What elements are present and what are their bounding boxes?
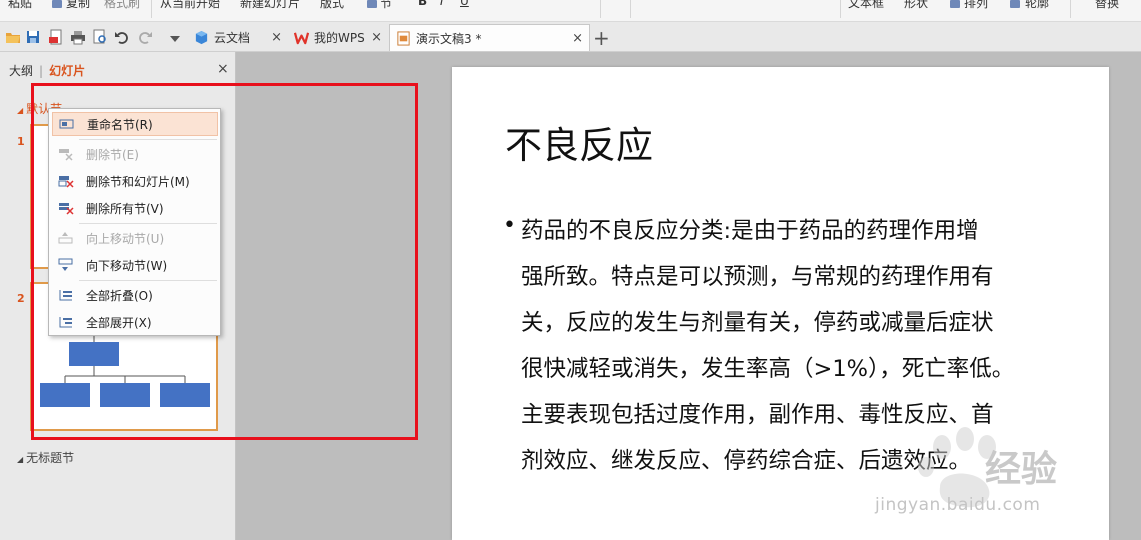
- print-icon[interactable]: [70, 29, 86, 45]
- watermark-text: 经验: [985, 449, 1058, 490]
- menu-item-label: 删除节和幻灯片(M): [86, 174, 190, 189]
- tab-my-wps[interactable]: 我的WPS ×: [288, 24, 388, 51]
- close-icon[interactable]: ×: [572, 31, 583, 46]
- move-section-up-icon: [58, 231, 74, 245]
- watermark-url: jingyan.baidu.com: [875, 495, 1041, 515]
- section-untitled-header[interactable]: ◢ 无标题节: [17, 449, 74, 466]
- body-line: 关，反应的发生与剂量有关，停药或减量后症状: [521, 310, 994, 336]
- menu-item-move-section-down[interactable]: 向下移动节(W): [52, 253, 218, 277]
- menu-item-delete-section[interactable]: 删除节(E): [52, 142, 218, 166]
- section-context-menu: 重命名节(R) 删除节(E) 删除节和幻灯片(M) 删除所有节(V) 向上移动节…: [48, 108, 221, 336]
- outline-icon: [1010, 0, 1020, 8]
- export-pdf-icon[interactable]: [48, 29, 64, 45]
- menu-item-rename-section[interactable]: 重命名节(R): [52, 112, 218, 136]
- menu-item-move-section-up[interactable]: 向上移动节(U): [52, 226, 218, 250]
- collapse-triangle-icon[interactable]: ◢: [17, 106, 23, 115]
- section-icon: [367, 0, 377, 8]
- delete-all-sections-icon: [58, 201, 74, 215]
- collapse-triangle-icon[interactable]: ◢: [17, 455, 23, 464]
- arrange-icon: [950, 0, 960, 8]
- slide-number-1: 1: [17, 135, 25, 148]
- wps-logo-icon: [294, 30, 309, 45]
- print-preview-icon[interactable]: [92, 29, 108, 45]
- menu-item-label: 全部折叠(O): [86, 288, 153, 303]
- textbox-button[interactable]: 文本框: [848, 0, 884, 11]
- underline-icon[interactable]: U: [460, 0, 469, 8]
- menu-item-label: 删除节(E): [86, 147, 139, 162]
- body-line: 很快减轻或消失，发生率高（>1%），死亡率低。: [521, 356, 1015, 382]
- layout-button[interactable]: 版式: [320, 0, 344, 11]
- menu-item-label: 向上移动节(U): [86, 231, 165, 246]
- slide-number-2: 2: [17, 292, 25, 305]
- close-icon[interactable]: ×: [371, 30, 382, 45]
- panel-tab-separator: |: [39, 64, 44, 78]
- italic-icon[interactable]: I: [440, 0, 444, 8]
- tab-outline[interactable]: 大纲: [9, 64, 33, 78]
- ribbon-divider: [151, 0, 152, 18]
- ribbon-divider: [840, 0, 841, 18]
- customize-quick-access-chevron-down-icon[interactable]: [167, 31, 183, 47]
- undo-icon[interactable]: [114, 29, 130, 45]
- paste-button[interactable]: 粘贴: [8, 0, 32, 11]
- tab-presentation-3[interactable]: 演示文稿3 * ×: [389, 24, 590, 51]
- rename-section-icon: [59, 117, 75, 131]
- copy-button[interactable]: 复制: [66, 0, 90, 11]
- menu-divider: [79, 223, 217, 224]
- section-name: 无标题节: [26, 451, 75, 465]
- delete-section-icon: [58, 147, 74, 161]
- presentation-doc-icon: [396, 30, 411, 46]
- panel-tabs: 大纲 | 幻灯片: [9, 62, 85, 79]
- ribbon-divider: [1070, 0, 1071, 18]
- menu-item-delete-all-sections[interactable]: 删除所有节(V): [52, 196, 218, 220]
- bullet-glyph: •: [503, 213, 516, 238]
- tab-cloud-docs[interactable]: 云文档 ×: [188, 24, 288, 51]
- shape-button[interactable]: 形状: [904, 0, 928, 11]
- menu-item-collapse-all[interactable]: 全部折叠(O): [52, 283, 218, 307]
- close-icon[interactable]: ×: [271, 30, 282, 45]
- tab-label: 我的WPS: [314, 31, 365, 45]
- cloud-cube-icon: [194, 30, 209, 45]
- save-icon[interactable]: [25, 29, 41, 45]
- expand-all-icon: [58, 315, 74, 329]
- redo-icon[interactable]: [137, 29, 153, 45]
- format-painter-button[interactable]: 格式刷: [104, 0, 140, 11]
- play-from-current-button[interactable]: 从当前开始: [160, 0, 220, 11]
- replace-button[interactable]: 替换: [1095, 0, 1119, 11]
- delete-section-slides-icon: [58, 174, 74, 188]
- menu-item-label: 全部展开(X): [86, 315, 152, 330]
- tab-bar: 云文档 × 我的WPS × 演示文稿3 * × +: [0, 22, 1141, 52]
- menu-divider: [79, 280, 217, 281]
- tab-label: 演示文稿3 *: [416, 31, 482, 46]
- copy-icon: [52, 0, 62, 8]
- tab-slides[interactable]: 幻灯片: [49, 64, 85, 78]
- body-line: 主要表现包括过度作用，副作用、毒性反应、首: [521, 402, 994, 428]
- menu-item-label: 删除所有节(V): [86, 201, 164, 216]
- section-button[interactable]: 节: [380, 0, 392, 11]
- menu-item-label: 重命名节(R): [87, 117, 153, 132]
- ribbon-divider: [600, 0, 601, 18]
- move-section-down-icon: [58, 258, 74, 272]
- slide-title[interactable]: 不良反应: [505, 115, 653, 169]
- arrange-button[interactable]: 排列: [964, 0, 988, 11]
- menu-item-label: 向下移动节(W): [86, 258, 168, 273]
- bold-icon[interactable]: B: [418, 0, 427, 8]
- menu-item-delete-section-and-slides[interactable]: 删除节和幻灯片(M): [52, 169, 218, 193]
- outline-button[interactable]: 轮廓: [1025, 0, 1049, 11]
- new-slide-button[interactable]: 新建幻灯片: [240, 0, 300, 11]
- open-folder-icon[interactable]: [5, 29, 21, 45]
- ribbon-divider: [630, 0, 631, 18]
- menu-item-expand-all[interactable]: 全部展开(X): [52, 310, 218, 334]
- collapse-all-icon: [58, 288, 74, 302]
- body-line: 强所致。特点是可以预测，与常规的药理作用有: [521, 264, 994, 290]
- menu-divider: [79, 139, 217, 140]
- ribbon-toolbar: 粘贴 复制 格式刷 从当前开始 新建幻灯片 版式 节 B I U 文本框 形状 …: [0, 0, 1141, 22]
- close-panel-icon[interactable]: ×: [217, 61, 229, 77]
- tab-label: 云文档: [214, 31, 251, 45]
- body-line: 药品的不良反应分类:是由于药品的药理作用增: [521, 218, 979, 244]
- new-tab-plus-icon[interactable]: +: [593, 26, 610, 50]
